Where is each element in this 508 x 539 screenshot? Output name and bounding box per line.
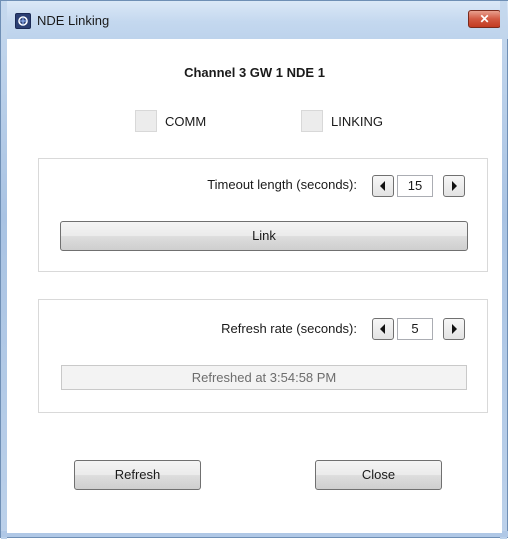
close-button[interactable]: Close: [315, 460, 442, 490]
link-group: Timeout length (seconds): 15 Link: [38, 158, 488, 272]
dialog-window: NDE Linking ✕ Channel 3 GW 1 NDE 1 COMM …: [0, 0, 508, 539]
linking-indicator: [301, 110, 323, 132]
device-header: Channel 3 GW 1 NDE 1: [184, 65, 325, 80]
right-arrow-icon: [452, 181, 457, 191]
window-close-button[interactable]: ✕: [468, 10, 501, 28]
comm-indicator: [135, 110, 157, 132]
comm-label: COMM: [165, 114, 207, 129]
timeout-value[interactable]: 15: [397, 175, 433, 197]
window-title: NDE Linking: [37, 13, 110, 28]
refresh-button[interactable]: Refresh: [74, 460, 201, 490]
close-icon: ✕: [479, 12, 490, 26]
link-button[interactable]: Link: [60, 221, 468, 251]
dialog-content: Channel 3 GW 1 NDE 1 COMM LINKING Timeou…: [7, 39, 502, 533]
timeout-label: Timeout length (seconds):: [207, 177, 357, 192]
timeout-decrement-button[interactable]: [372, 175, 394, 197]
right-arrow-icon: [452, 324, 457, 334]
left-arrow-icon: [380, 324, 385, 334]
timeout-increment-button[interactable]: [443, 175, 465, 197]
refresh-rate-label: Refresh rate (seconds):: [221, 321, 357, 336]
refresh-rate-increment-button[interactable]: [443, 318, 465, 340]
app-icon: [15, 13, 31, 29]
linking-label: LINKING: [331, 114, 384, 129]
refresh-rate-value[interactable]: 5: [397, 318, 433, 340]
refresh-group: Refresh rate (seconds): 5 Refreshed at 3…: [38, 299, 488, 413]
refresh-status: Refreshed at 3:54:58 PM: [61, 365, 467, 390]
refresh-rate-decrement-button[interactable]: [372, 318, 394, 340]
title-bar[interactable]: NDE Linking ✕: [1, 1, 508, 39]
left-arrow-icon: [380, 181, 385, 191]
